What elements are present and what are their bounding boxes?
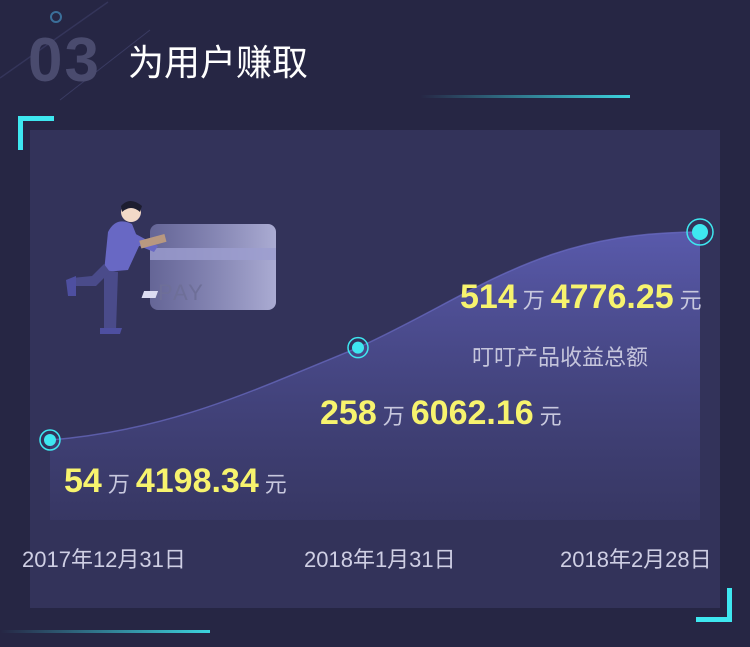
card-pay-text: PAY [158, 280, 205, 305]
value-wan: 54 [64, 462, 102, 500]
person-shoe [100, 328, 122, 334]
x-tick-label: 2018年1月31日 [304, 547, 456, 572]
data-label-point-3: 514 万 4776.25 元 [460, 278, 708, 317]
x-tick-label: 2018年2月28日 [560, 547, 712, 572]
value-wan: 514 [460, 278, 517, 316]
unit-yuan: 元 [539, 404, 562, 429]
unit-wan: 万 [107, 472, 130, 497]
value-rest: 4198.34 [135, 462, 259, 500]
value-rest: 4776.25 [550, 278, 674, 316]
person-shoe [66, 276, 76, 296]
card-chip-icon [141, 291, 159, 298]
value-rest: 6062.16 [410, 394, 534, 432]
unit-wan: 万 [522, 288, 545, 313]
data-label-point-1: 54 万 4198.34 元 [64, 462, 293, 501]
person-torso [104, 221, 140, 272]
card-stripe [150, 248, 276, 260]
person-leg [104, 270, 118, 330]
value-wan: 258 [320, 394, 377, 432]
unit-yuan: 元 [679, 288, 702, 313]
x-tick-label: 2017年12月31日 [22, 547, 186, 572]
unit-yuan: 元 [264, 472, 287, 497]
unit-wan: 万 [382, 404, 405, 429]
chart-annotation: 叮叮产品收益总额 [472, 346, 649, 371]
data-label-point-2: 258 万 6062.16 元 [320, 394, 568, 433]
